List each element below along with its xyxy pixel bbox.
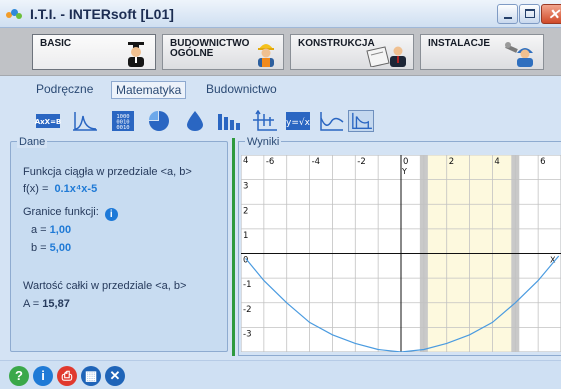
equation-icon[interactable]: AxX=B <box>35 110 61 132</box>
b-label: b = <box>31 242 47 254</box>
x-tick-label: 2 <box>449 157 454 167</box>
builder-icon <box>258 44 274 67</box>
dane-panel: Dane Funkcja ciągła w przedziale <a, b> … <box>10 136 228 352</box>
y-tick-label: -3 <box>243 329 251 339</box>
bar-chart-icon[interactable] <box>216 110 242 132</box>
wyniki-legend: Wyniki <box>245 136 282 148</box>
square-root-icon[interactable]: y=√x <box>285 110 311 132</box>
y-tick-label: 1 <box>243 231 248 241</box>
fx-label: f(x) = <box>23 183 49 195</box>
x-tick-label: -4 <box>312 157 320 167</box>
y-axis-label: Y <box>401 167 407 176</box>
limits-label: Granice funkcji: <box>23 206 99 218</box>
x-tick-label: -2 <box>357 157 365 167</box>
y-tick-label: -2 <box>243 305 251 315</box>
panel-separator[interactable] <box>232 138 235 356</box>
x-tick-label: -6 <box>266 157 274 167</box>
svg-text:0010: 0010 <box>116 125 129 131</box>
main-tabs: BASIC BUDOWNICTWO OGÓLNE KONSTRUKCJA INS… <box>0 28 561 76</box>
a-label: a = <box>31 224 47 236</box>
limits-row: Granice funkcji: i <box>23 206 118 221</box>
x-tick-label: 4 <box>494 157 499 167</box>
binary-number-icon[interactable]: 100000100010 <box>110 110 136 132</box>
graduate-icon <box>128 42 144 67</box>
plumber-icon <box>505 42 533 67</box>
y-tick-label: 2 <box>243 206 248 216</box>
function-description: Funkcja ciągła w przedziale <a, b> <box>23 166 192 178</box>
function-curve-icon[interactable] <box>318 110 344 132</box>
svg-text:y=√x: y=√x <box>286 117 311 128</box>
b-value[interactable]: 5,00 <box>50 242 71 254</box>
tab-konstrukcja[interactable]: KONSTRUKCJA <box>290 34 414 70</box>
tab-instalacje[interactable]: INSTALACJE <box>420 34 544 70</box>
a-row: a = 1,00 <box>31 224 71 236</box>
result-row: A = 15,87 <box>23 298 70 310</box>
calculator-icon[interactable]: ▦ <box>81 366 101 386</box>
tab-matematyka[interactable]: Matematyka <box>111 81 187 99</box>
minimize-button[interactable] <box>497 4 518 24</box>
y-tick-label: -1 <box>243 280 251 290</box>
window-title: I.T.I. - INTERsoft [L01] <box>30 6 174 22</box>
tab-podreczne[interactable]: Podręczne <box>32 81 97 99</box>
y-tick-label: 3 <box>243 182 248 192</box>
title-bar: I.T.I. - INTERsoft [L01] ✕ <box>0 0 561 28</box>
a-value[interactable]: 1,00 <box>50 224 71 236</box>
math-toolbar: AxX=B 1000 0010 0010 y=√x <box>0 102 561 140</box>
app-logo-icon <box>6 8 24 20</box>
y-tick-label: 4 <box>243 156 248 166</box>
info-icon[interactable]: i <box>33 366 53 386</box>
engineer-blueprint-icon <box>366 46 406 67</box>
x-tick-label: 0 <box>403 157 408 167</box>
tab-budownictwo-ogolne[interactable]: BUDOWNICTWO OGÓLNE <box>162 34 284 70</box>
integral-area-icon[interactable] <box>348 110 374 132</box>
normal-distribution-icon[interactable] <box>72 110 98 132</box>
x-tick-label: 6 <box>540 157 545 167</box>
b-row: b = 5,00 <box>31 242 71 254</box>
help-icon[interactable]: ? <box>9 366 29 386</box>
function-row: f(x) = 0.1x⁴x-5 <box>23 183 97 195</box>
result-value: 15,87 <box>42 298 70 310</box>
tab-basic-label: BASIC <box>40 38 72 49</box>
function-plot: -6-4-2024643210-1-2-3-4YX <box>241 155 561 352</box>
integral-label: Wartość całki w przedziale <a, b> <box>23 280 187 292</box>
pie-shape-icon[interactable] <box>146 110 172 132</box>
axis-chart-icon[interactable] <box>252 110 278 132</box>
sub-tabs: Podręczne Matematyka Budownictwo <box>0 76 561 102</box>
dane-legend: Dane <box>17 136 48 148</box>
status-bar: ? i ⎙ ▦ ✕ <box>0 360 561 389</box>
tab-instalacje-label: INSTALACJE <box>428 38 491 49</box>
tools-icon[interactable]: ✕ <box>105 366 125 386</box>
svg-text:AxX=B: AxX=B <box>35 118 61 126</box>
close-button[interactable]: ✕ <box>541 4 561 24</box>
info-icon[interactable]: i <box>104 208 118 221</box>
tab-konstrukcja-label: KONSTRUKCJA <box>298 38 375 49</box>
maximize-button[interactable] <box>519 4 540 24</box>
tab-basic[interactable]: BASIC <box>32 34 156 70</box>
print-icon[interactable]: ⎙ <box>57 366 77 386</box>
fx-value[interactable]: 0.1x⁴x-5 <box>54 183 97 195</box>
drop-shape-icon[interactable] <box>182 110 208 132</box>
tab-budownictwo-line2: OGÓLNE <box>170 48 214 59</box>
tab-budownictwo[interactable]: Budownictwo <box>202 81 281 99</box>
result-label: A = <box>23 298 40 310</box>
